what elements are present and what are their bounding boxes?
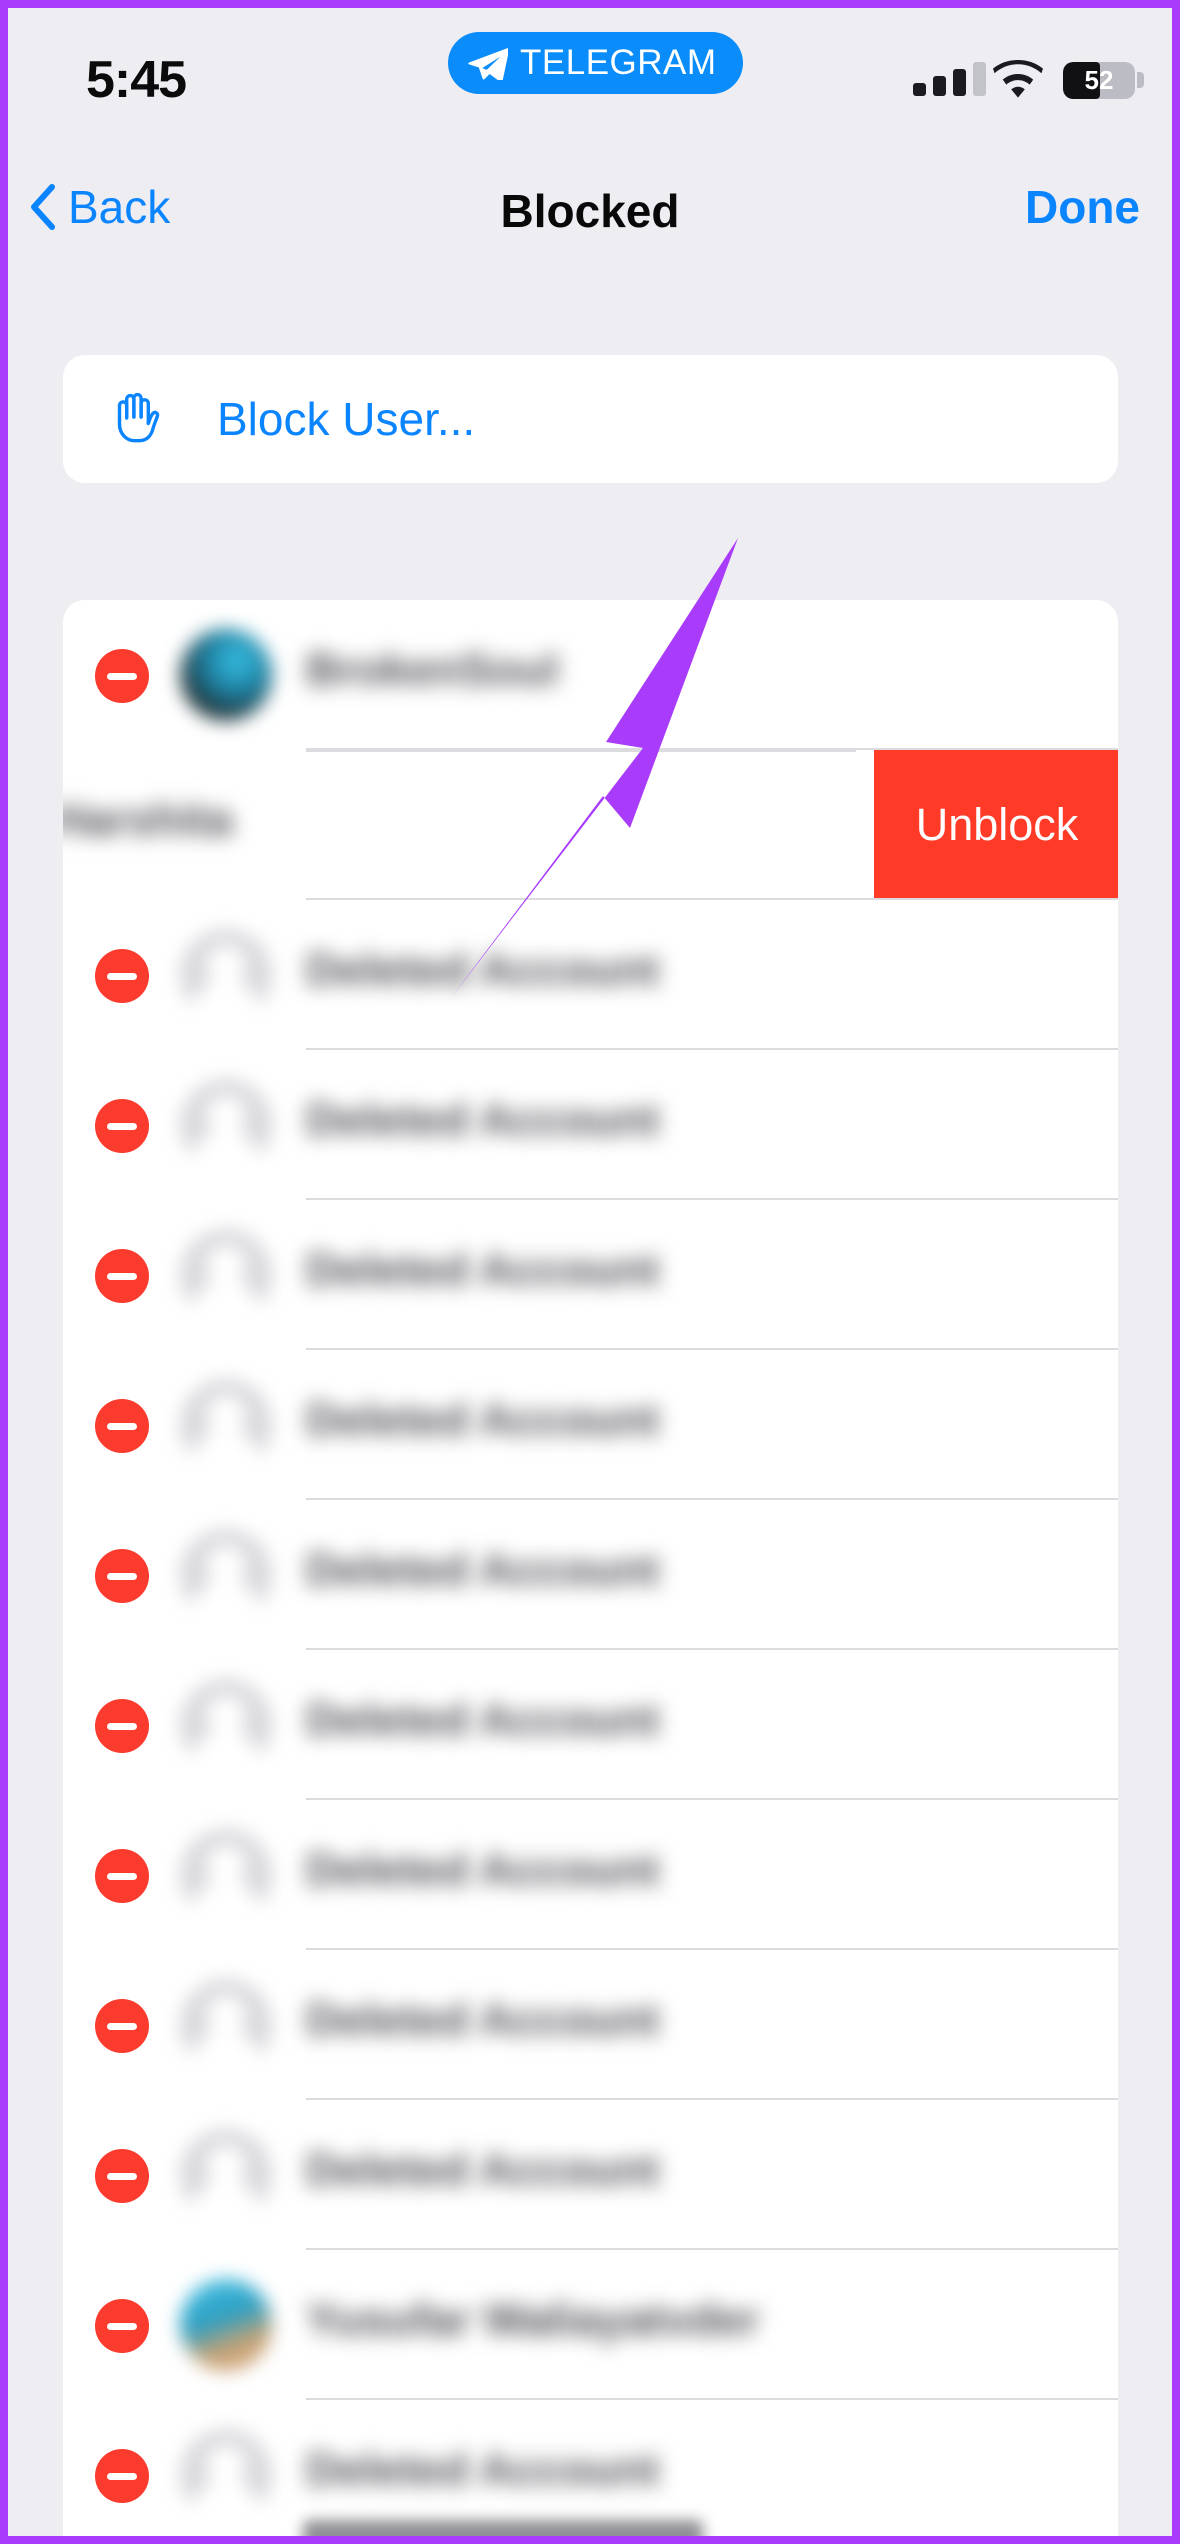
- done-button[interactable]: Done: [1025, 180, 1140, 234]
- avatar: [180, 929, 272, 1033]
- status-bar: 5:45 TELEGRAM 52: [8, 8, 1172, 138]
- blocked-user-name: Deleted Account: [306, 1244, 660, 1295]
- minus-circle-icon[interactable]: [95, 2149, 149, 2203]
- page-title: Blocked: [500, 185, 680, 237]
- blocked-user-name: Deleted Account: [306, 944, 660, 995]
- unblock-button-label: Unblock: [915, 799, 1079, 850]
- avatar: [180, 1529, 272, 1633]
- avatar: [180, 2429, 272, 2533]
- minus-circle-icon[interactable]: [95, 2449, 149, 2503]
- table-row[interactable]: Deleted Account: [63, 2400, 1118, 2536]
- minus-circle-icon[interactable]: [95, 649, 149, 703]
- block-user-button[interactable]: Block User...: [63, 355, 1118, 483]
- blocked-user-name: Deleted Account: [306, 1394, 660, 1445]
- battery-icon: 52: [1063, 62, 1135, 99]
- table-row[interactable]: Deleted Account: [63, 1800, 1118, 1950]
- table-row[interactable]: Deleted Account: [63, 1050, 1118, 1200]
- minus-circle-icon[interactable]: [95, 1849, 149, 1903]
- raised-hand-icon: [117, 392, 160, 443]
- avatar: [180, 1829, 272, 1933]
- blocked-user-name: Deleted Account: [306, 2144, 660, 2195]
- blocked-user-name: Deleted Account: [306, 1544, 660, 1595]
- telegram-plane-icon: [468, 48, 508, 80]
- status-bar-clock: 5:45: [86, 51, 187, 109]
- block-user-label: Block User...: [217, 393, 476, 445]
- table-row[interactable]: Deleted Account: [63, 2100, 1118, 2250]
- table-row[interactable]: Deleted Account: [63, 1200, 1118, 1350]
- navigation-bar: Back Blocked Done: [8, 168, 1172, 278]
- table-row[interactable]: Yusufar Waliayatvder: [63, 2250, 1118, 2400]
- minus-circle-icon[interactable]: [95, 1549, 149, 1603]
- blocked-user-name: Deleted Account: [306, 1844, 660, 1895]
- row-separator: [306, 750, 856, 752]
- table-row[interactable]: Deleted Account: [63, 1950, 1118, 2100]
- blocked-user-name: Deleted Account: [306, 1994, 660, 2045]
- blocked-users-list: BrokenSoul Harshita Unblock Deleted Acco…: [63, 600, 1118, 2536]
- avatar: [180, 1379, 272, 1483]
- avatar: [180, 2279, 272, 2371]
- table-row[interactable]: Deleted Account: [63, 1350, 1118, 1500]
- battery-nub: [1137, 72, 1144, 88]
- wifi-icon: [993, 60, 1043, 98]
- blocked-user-name: Yusufar Waliayatvder: [306, 2294, 760, 2345]
- redaction-bar: [303, 2520, 703, 2536]
- minus-circle-icon[interactable]: [95, 949, 149, 1003]
- avatar: [180, 1679, 272, 1783]
- table-row-swiped-open[interactable]: Harshita Unblock: [63, 750, 1118, 900]
- avatar: [180, 629, 272, 721]
- avatar: [180, 1979, 272, 2083]
- table-row[interactable]: Deleted Account: [63, 1650, 1118, 1800]
- minus-circle-icon[interactable]: [95, 1399, 149, 1453]
- blocked-user-name: Deleted Account: [306, 2444, 660, 2495]
- telegram-app-badge: TELEGRAM: [448, 32, 743, 94]
- avatar: [180, 2129, 272, 2233]
- table-row[interactable]: Deleted Account: [63, 900, 1118, 1050]
- blocked-user-name: Harshita: [63, 794, 234, 845]
- minus-circle-icon[interactable]: [95, 1249, 149, 1303]
- cellular-signal-icon: [913, 62, 986, 96]
- table-row[interactable]: BrokenSoul: [63, 600, 1118, 750]
- blocked-user-name: Deleted Account: [306, 1694, 660, 1745]
- minus-circle-icon[interactable]: [95, 1099, 149, 1153]
- telegram-badge-label: TELEGRAM: [520, 43, 717, 82]
- minus-circle-icon[interactable]: [95, 2299, 149, 2353]
- minus-circle-icon[interactable]: [95, 1699, 149, 1753]
- unblock-button[interactable]: Unblock: [874, 750, 1118, 900]
- battery-percent-label: 52: [1084, 65, 1114, 95]
- blocked-user-name: Deleted Account: [306, 1094, 660, 1145]
- avatar: [180, 1079, 272, 1183]
- table-row[interactable]: Deleted Account: [63, 1500, 1118, 1650]
- minus-circle-icon[interactable]: [95, 1999, 149, 2053]
- avatar: [180, 1229, 272, 1333]
- blocked-user-name: BrokenSoul: [306, 644, 559, 695]
- phone-screen: 5:45 TELEGRAM 52 Back Blocked Done Block…: [8, 8, 1172, 2536]
